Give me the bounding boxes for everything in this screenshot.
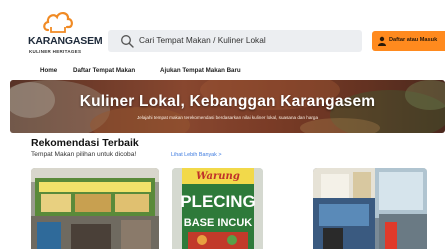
restaurant-photo: Warung PLECING BASE INCUK — [172, 168, 263, 249]
login-button-label: Daftar atau Masuk — [389, 37, 438, 43]
svg-text:PLECING: PLECING — [180, 192, 256, 211]
section-subtitle: Tempat Makan pilihan untuk dicoba! — [31, 151, 137, 158]
brand-tagline: KULINER HERITAGES — [29, 49, 82, 54]
user-icon — [378, 36, 386, 46]
login-button[interactable]: Daftar atau Masuk — [372, 31, 445, 51]
restaurant-card[interactable] — [31, 168, 159, 249]
hero-subtitle: Jelajahi tempat makan terekomendasi berd… — [136, 115, 319, 120]
restaurant-photo — [313, 168, 427, 249]
restaurant-photo — [31, 168, 159, 249]
nav-item-ajukan-tempat-makan[interactable]: Ajukan Tempat Makan Baru — [160, 67, 241, 74]
section-title: Rekomendasi Terbaik — [31, 137, 139, 149]
search-input[interactable]: Cari Tempat Makan / Kuliner Lokal — [139, 35, 266, 45]
brand-logo[interactable]: KARANGASEM KULINER HERITAGES — [28, 10, 103, 60]
search-bar[interactable]: Cari Tempat Makan / Kuliner Lokal — [108, 30, 362, 52]
svg-text:BASE INCUK: BASE INCUK — [184, 217, 253, 229]
restaurant-card[interactable] — [313, 168, 427, 249]
header: KARANGASEM KULINER HERITAGES Cari Tempat… — [0, 0, 445, 64]
hero-banner: Kuliner Lokal, Kebanggan Karangasem Jela… — [10, 80, 445, 133]
brand-name: KARANGASEM — [28, 35, 103, 47]
restaurant-card[interactable]: Warung PLECING BASE INCUK — [172, 168, 263, 249]
cloud-chef-logo-icon — [43, 12, 73, 33]
see-more-link[interactable]: Lihat Lebih Banyak > — [171, 152, 222, 158]
sign-top-text: Warung — [196, 171, 240, 182]
nav-item-home[interactable]: Home — [40, 67, 57, 74]
nav-item-daftar-tempat-makan[interactable]: Daftar Tempat Makan — [73, 67, 135, 74]
hero-title: Kuliner Lokal, Kebanggan Karangasem — [79, 93, 376, 110]
search-icon — [121, 35, 134, 48]
main-nav: Home Daftar Tempat Makan Ajukan Tempat M… — [0, 64, 445, 78]
